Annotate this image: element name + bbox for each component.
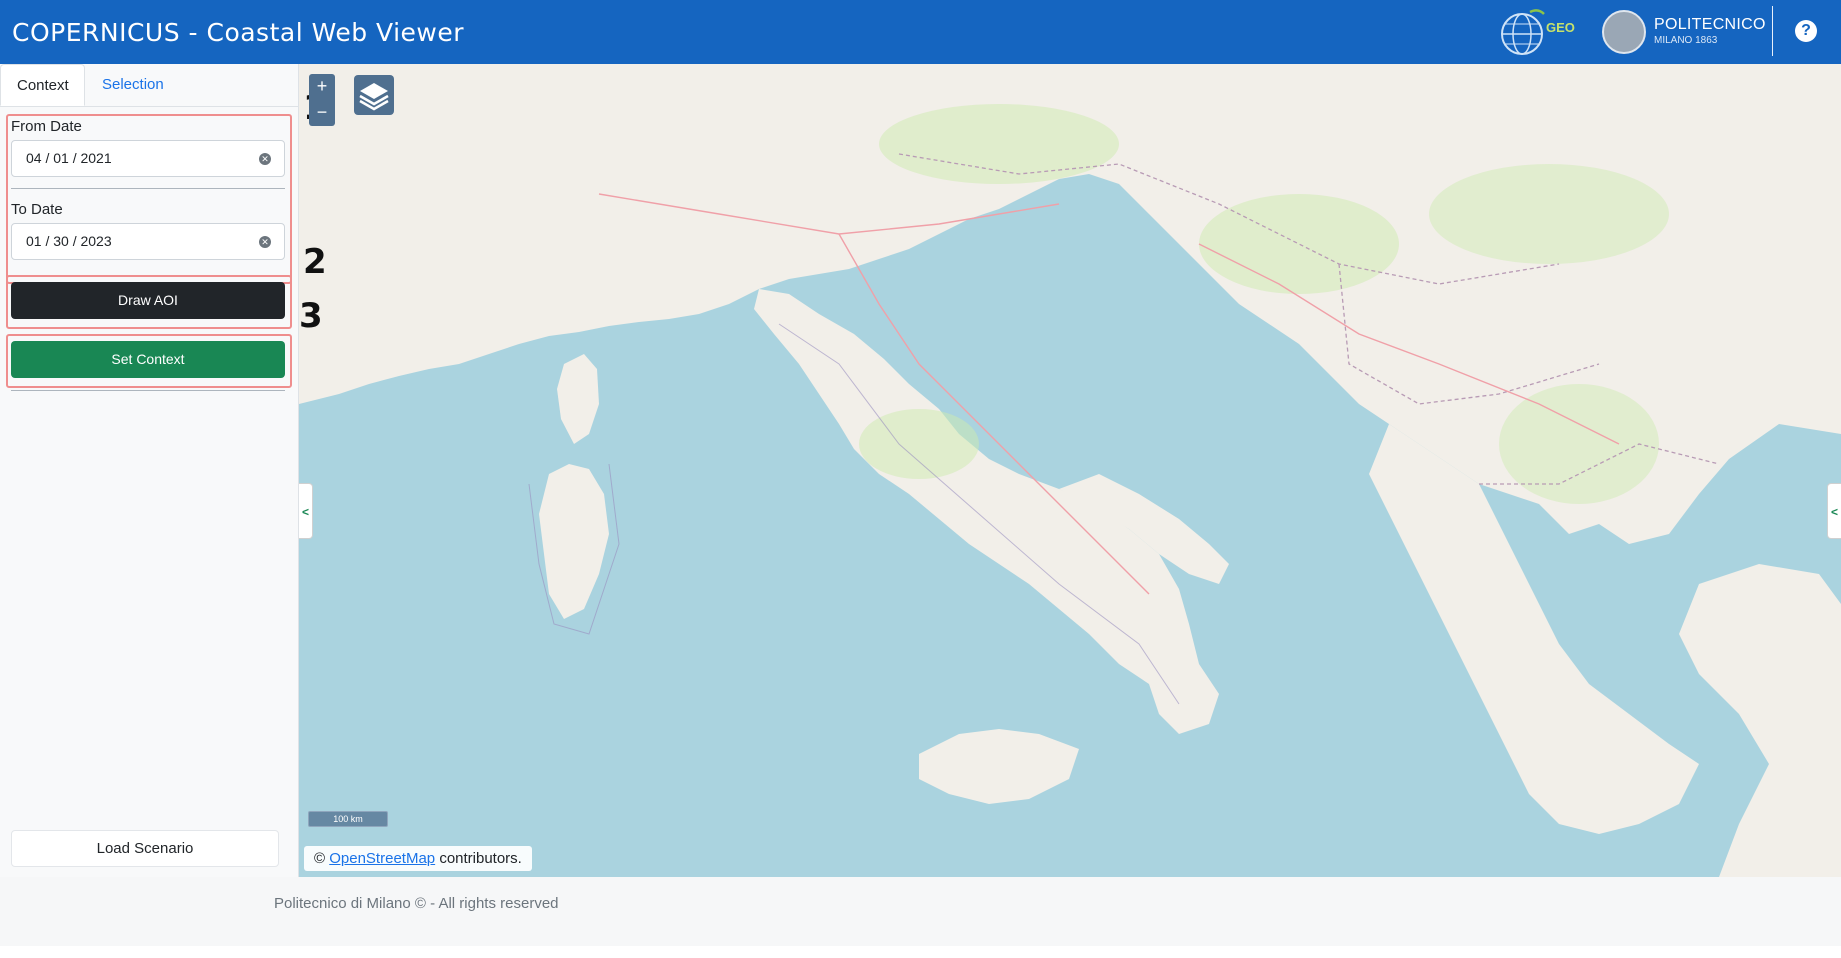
to-date-value: 01 / 30 / 2023 — [26, 233, 112, 249]
polimi-logo: POLITECNICO MILANO 1863 — [1602, 6, 1765, 58]
polimi-sub: MILANO 1863 — [1654, 35, 1718, 46]
layers-button[interactable] — [354, 75, 394, 115]
step-number-3: 3 — [299, 296, 323, 336]
set-context-button[interactable]: Set Context — [11, 341, 285, 378]
bottom-strip — [0, 946, 1841, 958]
app-header: COPERNICUS - Coastal Web Viewer GEO POLI… — [0, 0, 1841, 64]
sidebar-tabs: Context Selection — [0, 64, 298, 107]
openstreetmap-link[interactable]: OpenStreetMap — [329, 850, 435, 867]
draw-aoi-button[interactable]: Draw AOI — [11, 282, 285, 319]
load-scenario-button[interactable]: Load Scenario — [11, 830, 279, 867]
divider — [11, 390, 285, 391]
collapse-right-panel-button[interactable]: < — [1827, 483, 1841, 539]
step-number-2: 2 — [303, 242, 327, 282]
attribution-suffix: contributors. — [439, 850, 522, 867]
question-circle-icon: ? — [1801, 22, 1811, 39]
divider — [11, 188, 285, 189]
attribution-prefix: © — [314, 850, 326, 867]
collapse-sidebar-button[interactable]: < — [299, 483, 313, 539]
from-date-label: From Date — [11, 118, 82, 135]
polimi-name: POLITECNICO — [1654, 16, 1766, 33]
to-date-label: To Date — [11, 201, 63, 218]
zoom-in-button[interactable]: + — [309, 74, 335, 99]
clear-icon[interactable]: ✕ — [259, 236, 271, 248]
zoom-control: + − — [309, 74, 335, 126]
geo-logo-text: GEO — [1546, 20, 1575, 35]
sidebar: Context Selection From Date 04 / 01 / 20… — [0, 64, 299, 877]
footer-text: Politecnico di Milano © - All rights res… — [274, 895, 559, 912]
from-date-value: 04 / 01 / 2021 — [26, 150, 112, 166]
zoom-out-button[interactable]: − — [309, 100, 335, 125]
scale-bar: 100 km — [308, 811, 388, 827]
geo-logo: GEO — [1500, 6, 1596, 58]
clear-icon[interactable]: ✕ — [259, 153, 271, 165]
polimi-seal-icon — [1602, 10, 1646, 54]
to-date-field[interactable]: 01 / 30 / 2023 ✕ — [11, 223, 285, 260]
layers-icon — [359, 83, 389, 111]
tab-context[interactable]: Context — [0, 64, 85, 106]
help-button[interactable]: ? — [1795, 20, 1817, 42]
header-divider — [1772, 6, 1773, 56]
map-attribution: © OpenStreetMap contributors. — [304, 846, 532, 871]
map-view[interactable]: 1 2 3 + − < < 100 km © OpenStreetMap con… — [299, 64, 1841, 877]
from-date-field[interactable]: 04 / 01 / 2021 ✕ — [11, 140, 285, 177]
tab-selection[interactable]: Selection — [86, 64, 180, 106]
app-title: COPERNICUS - Coastal Web Viewer — [12, 18, 465, 47]
map-tiles — [299, 64, 1841, 877]
footer: Politecnico di Milano © - All rights res… — [0, 877, 1841, 946]
